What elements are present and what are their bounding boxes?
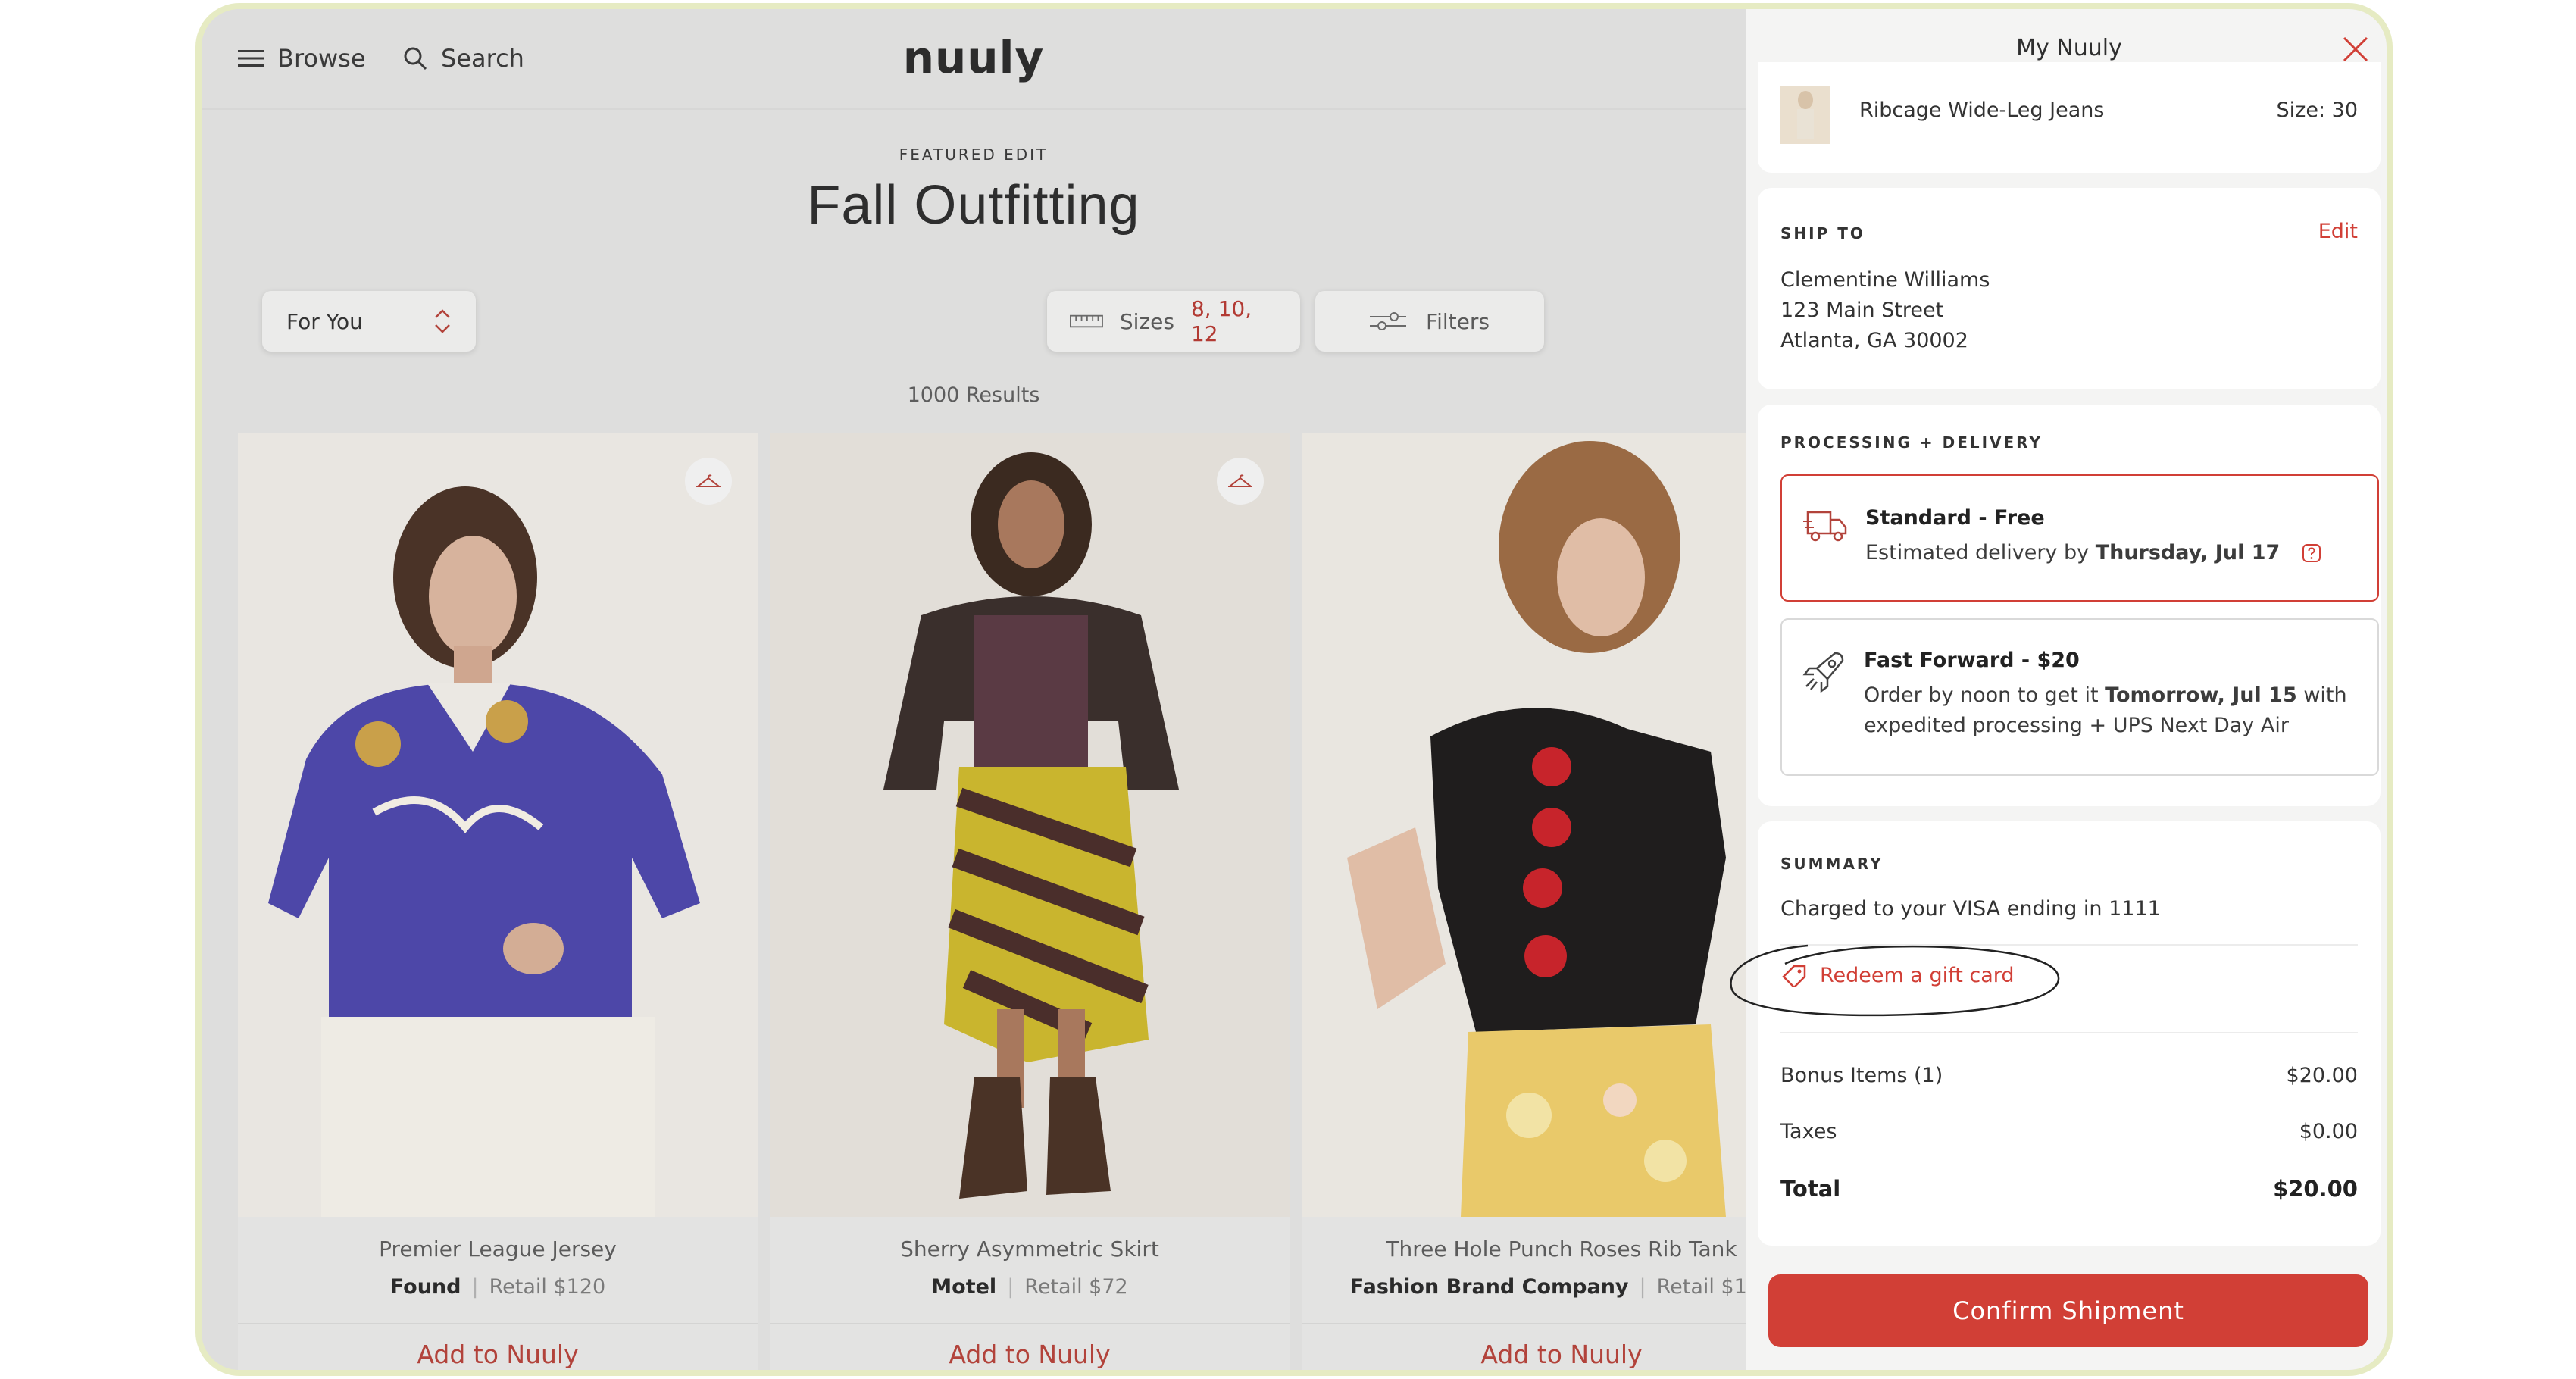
ruler-icon bbox=[1070, 314, 1103, 328]
product-meta: Motel | Retail $72 bbox=[770, 1275, 1290, 1299]
taxes-row: Taxes $0.00 bbox=[1780, 1120, 2358, 1143]
model-skirt-image bbox=[770, 433, 1290, 1217]
product-name: Three Hole Punch Roses Rib Tank bbox=[1386, 1237, 1737, 1262]
item-thumbnail bbox=[1780, 86, 1830, 144]
standard-shipping-option[interactable]: Standard - Free Estimated delivery by Th… bbox=[1780, 474, 2379, 602]
sizes-button[interactable]: Sizes 8, 10, 12 bbox=[1047, 291, 1300, 352]
summary-divider-2 bbox=[1780, 1032, 2358, 1033]
product-brand: Found bbox=[389, 1275, 461, 1299]
item-name: Ribcage Wide-Leg Jeans bbox=[1859, 98, 2105, 122]
model-tank-image bbox=[1302, 433, 1821, 1217]
city-line: Atlanta, GA 30002 bbox=[1780, 329, 1968, 352]
device-frame: Browse Search nuuly FEATURED EDIT Fall O… bbox=[195, 3, 2393, 1376]
model-jersey-image bbox=[238, 433, 758, 1217]
close-button[interactable] bbox=[2343, 36, 2368, 65]
bonus-value: $20.00 bbox=[2286, 1064, 2358, 1087]
save-hanger-button[interactable] bbox=[1217, 458, 1264, 505]
rocket-icon bbox=[1802, 652, 1844, 693]
meta-separator: | bbox=[1639, 1275, 1646, 1299]
product-brand: Motel bbox=[931, 1275, 997, 1299]
recipient-name: Clementine Williams bbox=[1780, 268, 1990, 292]
total-row: Total $20.00 bbox=[1780, 1176, 2358, 1202]
results-count: 1000 Results bbox=[907, 383, 1040, 407]
meta-separator: | bbox=[471, 1275, 479, 1299]
filters-label: Filters bbox=[1426, 308, 1490, 334]
product-name: Premier League Jersey bbox=[379, 1237, 617, 1262]
fast-suffix: with bbox=[2296, 683, 2347, 707]
sort-select[interactable]: For You bbox=[262, 291, 476, 352]
fast-date: Tomorrow, Jul 15 bbox=[2105, 683, 2297, 707]
product-photo[interactable] bbox=[770, 433, 1290, 1217]
featured-eyebrow: FEATURED EDIT bbox=[899, 145, 1049, 164]
meta-separator: | bbox=[1007, 1275, 1014, 1299]
hanger-icon bbox=[696, 474, 721, 487]
add-to-nuuly-button[interactable]: Add to Nuuly bbox=[1302, 1323, 1821, 1370]
add-to-nuuly-button[interactable]: Add to Nuuly bbox=[770, 1323, 1290, 1370]
sort-chevrons-icon bbox=[435, 309, 450, 333]
hand-drawn-circle bbox=[1730, 944, 2060, 1017]
shop-area: Browse Search nuuly FEATURED EDIT Fall O… bbox=[202, 9, 1821, 1370]
product-name: Sherry Asymmetric Skirt bbox=[900, 1237, 1159, 1262]
filter-sliders-icon bbox=[1370, 312, 1406, 330]
delivery-truck-icon bbox=[1803, 511, 1847, 542]
sizes-label: Sizes bbox=[1119, 308, 1174, 334]
product-info: Three Hole Punch Roses Rib Tank Fashion … bbox=[1302, 1217, 1821, 1323]
street-line: 123 Main Street bbox=[1780, 299, 1944, 322]
summary-label: SUMMARY bbox=[1780, 855, 1884, 873]
add-to-nuuly-button[interactable]: Add to Nuuly bbox=[238, 1323, 758, 1370]
fast-forward-line2: expedited processing + UPS Next Day Air bbox=[1864, 714, 2289, 737]
bonus-label: Bonus Items (1) bbox=[1780, 1064, 1943, 1087]
page-title: Fall Outfitting bbox=[807, 175, 1140, 236]
product-card[interactable]: Premier League Jersey Found | Retail $120 … bbox=[238, 433, 758, 1370]
fast-forward-line1: Order by noon to get it Tomorrow, Jul 15… bbox=[1864, 680, 2347, 711]
fast-forward-title: Fast Forward - $20 bbox=[1864, 649, 2080, 672]
item-thumbnail-art bbox=[1797, 91, 1814, 139]
nuuly-logo[interactable]: nuuly bbox=[202, 32, 1746, 83]
sort-value: For You bbox=[286, 308, 363, 334]
standard-estimate: Estimated delivery by Thursday, Jul 17 bbox=[1865, 538, 2321, 568]
delivery-label: PROCESSING + DELIVERY bbox=[1780, 433, 2043, 452]
fast-forward-option[interactable]: Fast Forward - $20 Order by noon to get … bbox=[1780, 618, 2379, 776]
product-card[interactable]: Sherry Asymmetric Skirt Motel | Retail $72… bbox=[770, 433, 1290, 1370]
total-value: $20.00 bbox=[2273, 1176, 2358, 1202]
taxes-value: $0.00 bbox=[2299, 1120, 2358, 1143]
total-label: Total bbox=[1780, 1176, 1841, 1202]
ship-to-section: SHIP TO Edit Clementine Williams 123 Mai… bbox=[1758, 188, 2381, 389]
product-retail: Retail $120 bbox=[489, 1275, 606, 1299]
taxes-label: Taxes bbox=[1780, 1120, 1837, 1143]
delivery-section: PROCESSING + DELIVERY Standard - Free Es… bbox=[1758, 405, 2381, 806]
help-icon[interactable] bbox=[2302, 543, 2321, 563]
edit-address-link[interactable]: Edit bbox=[2318, 220, 2358, 243]
panel-title: My Nuuly bbox=[2016, 35, 2122, 61]
filters-button[interactable]: Filters bbox=[1315, 291, 1544, 352]
my-nuuly-panel: My Nuuly Ribcage Wide-Leg Jeans Size: 30… bbox=[1730, 9, 2387, 1370]
confirm-shipment-button[interactable]: Confirm Shipment bbox=[1768, 1274, 2368, 1347]
hanger-icon bbox=[1228, 474, 1252, 487]
sizes-value: 8, 10, 12 bbox=[1190, 296, 1252, 346]
nav-divider bbox=[202, 108, 1746, 110]
summary-section: SUMMARY Charged to your VISA ending in 1… bbox=[1730, 821, 2381, 1246]
standard-title: Standard - Free bbox=[1865, 506, 2045, 530]
product-card[interactable]: Three Hole Punch Roses Rib Tank Fashion … bbox=[1302, 433, 1821, 1370]
save-hanger-button[interactable] bbox=[685, 458, 732, 505]
product-meta: Fashion Brand Company | Retail $148 bbox=[1302, 1275, 1821, 1299]
product-photo[interactable] bbox=[1302, 433, 1821, 1217]
close-icon bbox=[2343, 36, 2368, 62]
product-meta: Found | Retail $120 bbox=[238, 1275, 758, 1299]
top-nav: Browse Search nuuly bbox=[202, 9, 1746, 111]
standard-date: Thursday, Jul 17 bbox=[2095, 541, 2281, 564]
payment-method: Charged to your VISA ending in 1111 bbox=[1780, 897, 2161, 921]
fast-prefix: Order by noon to get it bbox=[1864, 683, 2106, 707]
item-size: Size: 30 bbox=[2276, 98, 2358, 122]
product-retail: Retail $72 bbox=[1024, 1275, 1128, 1299]
ship-to-label: SHIP TO bbox=[1780, 224, 1865, 242]
bonus-items-row: Bonus Items (1) $20.00 bbox=[1780, 1064, 2358, 1087]
product-info: Premier League Jersey Found | Retail $120 bbox=[238, 1217, 758, 1323]
shipment-item: Ribcage Wide-Leg Jeans Size: 30 bbox=[1758, 62, 2381, 173]
standard-prefix: Estimated delivery by bbox=[1865, 541, 2096, 564]
product-photo[interactable] bbox=[238, 433, 758, 1217]
address-block: Clementine Williams 123 Main Street Atla… bbox=[1780, 265, 1990, 356]
product-info: Sherry Asymmetric Skirt Motel | Retail $72 bbox=[770, 1217, 1290, 1323]
product-brand: Fashion Brand Company bbox=[1349, 1275, 1629, 1299]
